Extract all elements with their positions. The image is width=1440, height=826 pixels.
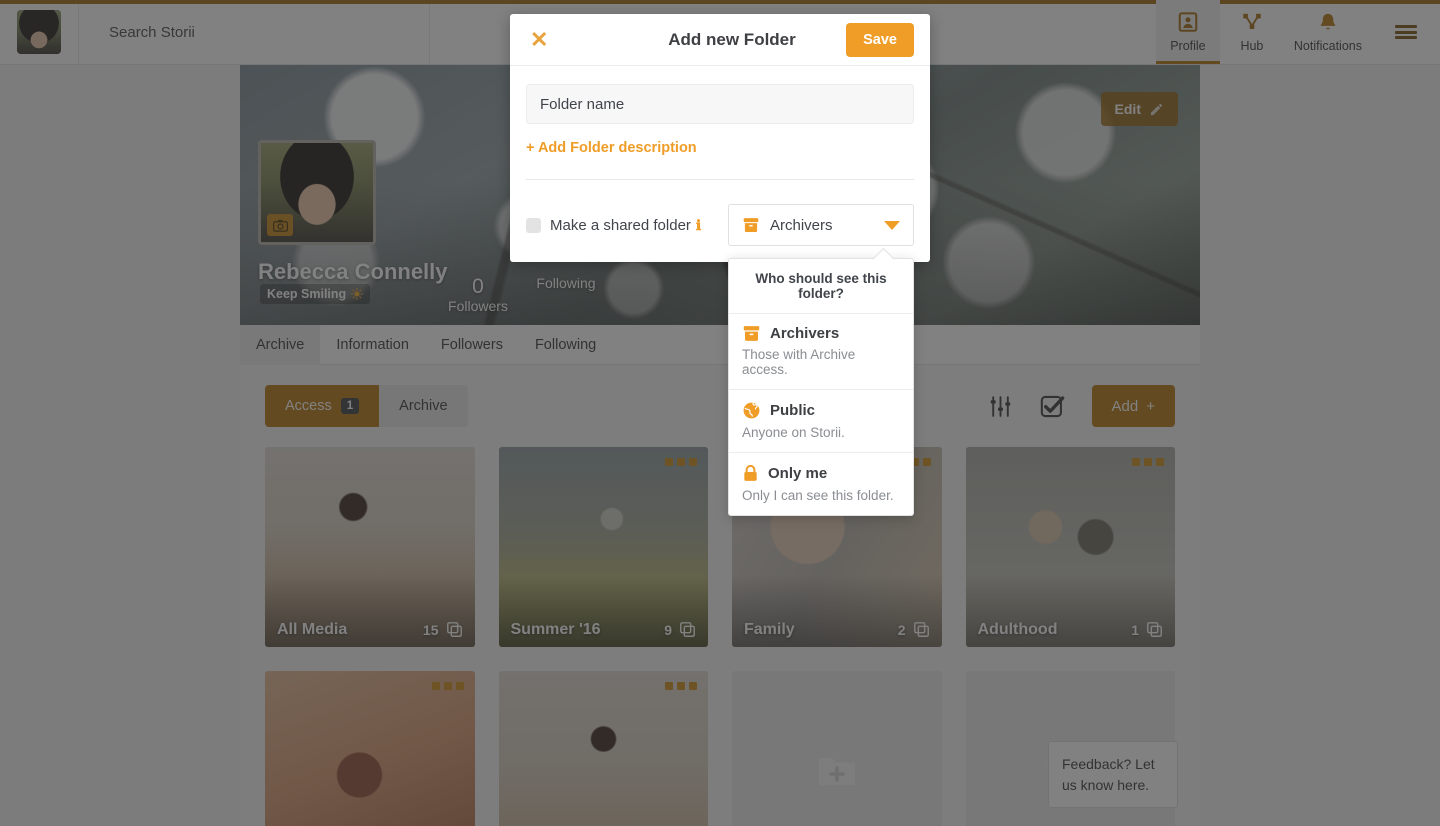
app-root: Profile Hub Notificati — [0, 0, 1440, 826]
save-button[interactable]: Save — [846, 23, 914, 57]
lock-icon — [744, 464, 757, 481]
dropdown-option-subtitle: Those with Archive access. — [742, 347, 856, 377]
info-icon[interactable]: ℹ — [696, 217, 701, 234]
dropdown-option-subtitle: Only I can see this folder. — [742, 488, 894, 503]
visibility-selected-label: Archivers — [770, 216, 833, 234]
add-folder-description-link[interactable]: + Add Folder description — [526, 140, 697, 156]
chevron-down-icon — [884, 220, 900, 230]
visibility-dropdown: Who should see this folder? Archivers Th… — [728, 247, 914, 516]
modal-header: ✕ Add new Folder Save — [510, 14, 930, 66]
dropdown-option-only-me[interactable]: Only me Only I can see this folder. — [729, 453, 913, 515]
dropdown-option-public[interactable]: Public Anyone on Storii. — [729, 390, 913, 453]
dropdown-option-subtitle: Anyone on Storii. — [742, 425, 845, 440]
modal-divider — [526, 179, 914, 180]
dropdown-option-title: Public — [770, 402, 816, 419]
shared-folder-row: Make a shared folder ℹ Archivers — [526, 204, 914, 246]
folder-name-input[interactable] — [526, 84, 914, 124]
archive-box-icon — [743, 218, 759, 232]
dropdown-option-title: Only me — [768, 465, 828, 482]
modal-body: + Add Folder description Make a shared f… — [510, 66, 930, 262]
dropdown-option-archivers[interactable]: Archivers Those with Archive access. — [729, 314, 913, 390]
visibility-select[interactable]: Archivers — [728, 204, 914, 246]
dropdown-heading: Who should see this folder? — [729, 259, 913, 314]
dropdown-option-title: Archivers — [770, 325, 840, 342]
archive-box-icon — [743, 326, 760, 341]
shared-folder-label: Make a shared folder — [550, 216, 691, 234]
shared-folder-checkbox[interactable] — [526, 217, 541, 233]
add-folder-modal: ✕ Add new Folder Save + Add Folder descr… — [510, 14, 930, 262]
globe-icon — [743, 402, 760, 419]
